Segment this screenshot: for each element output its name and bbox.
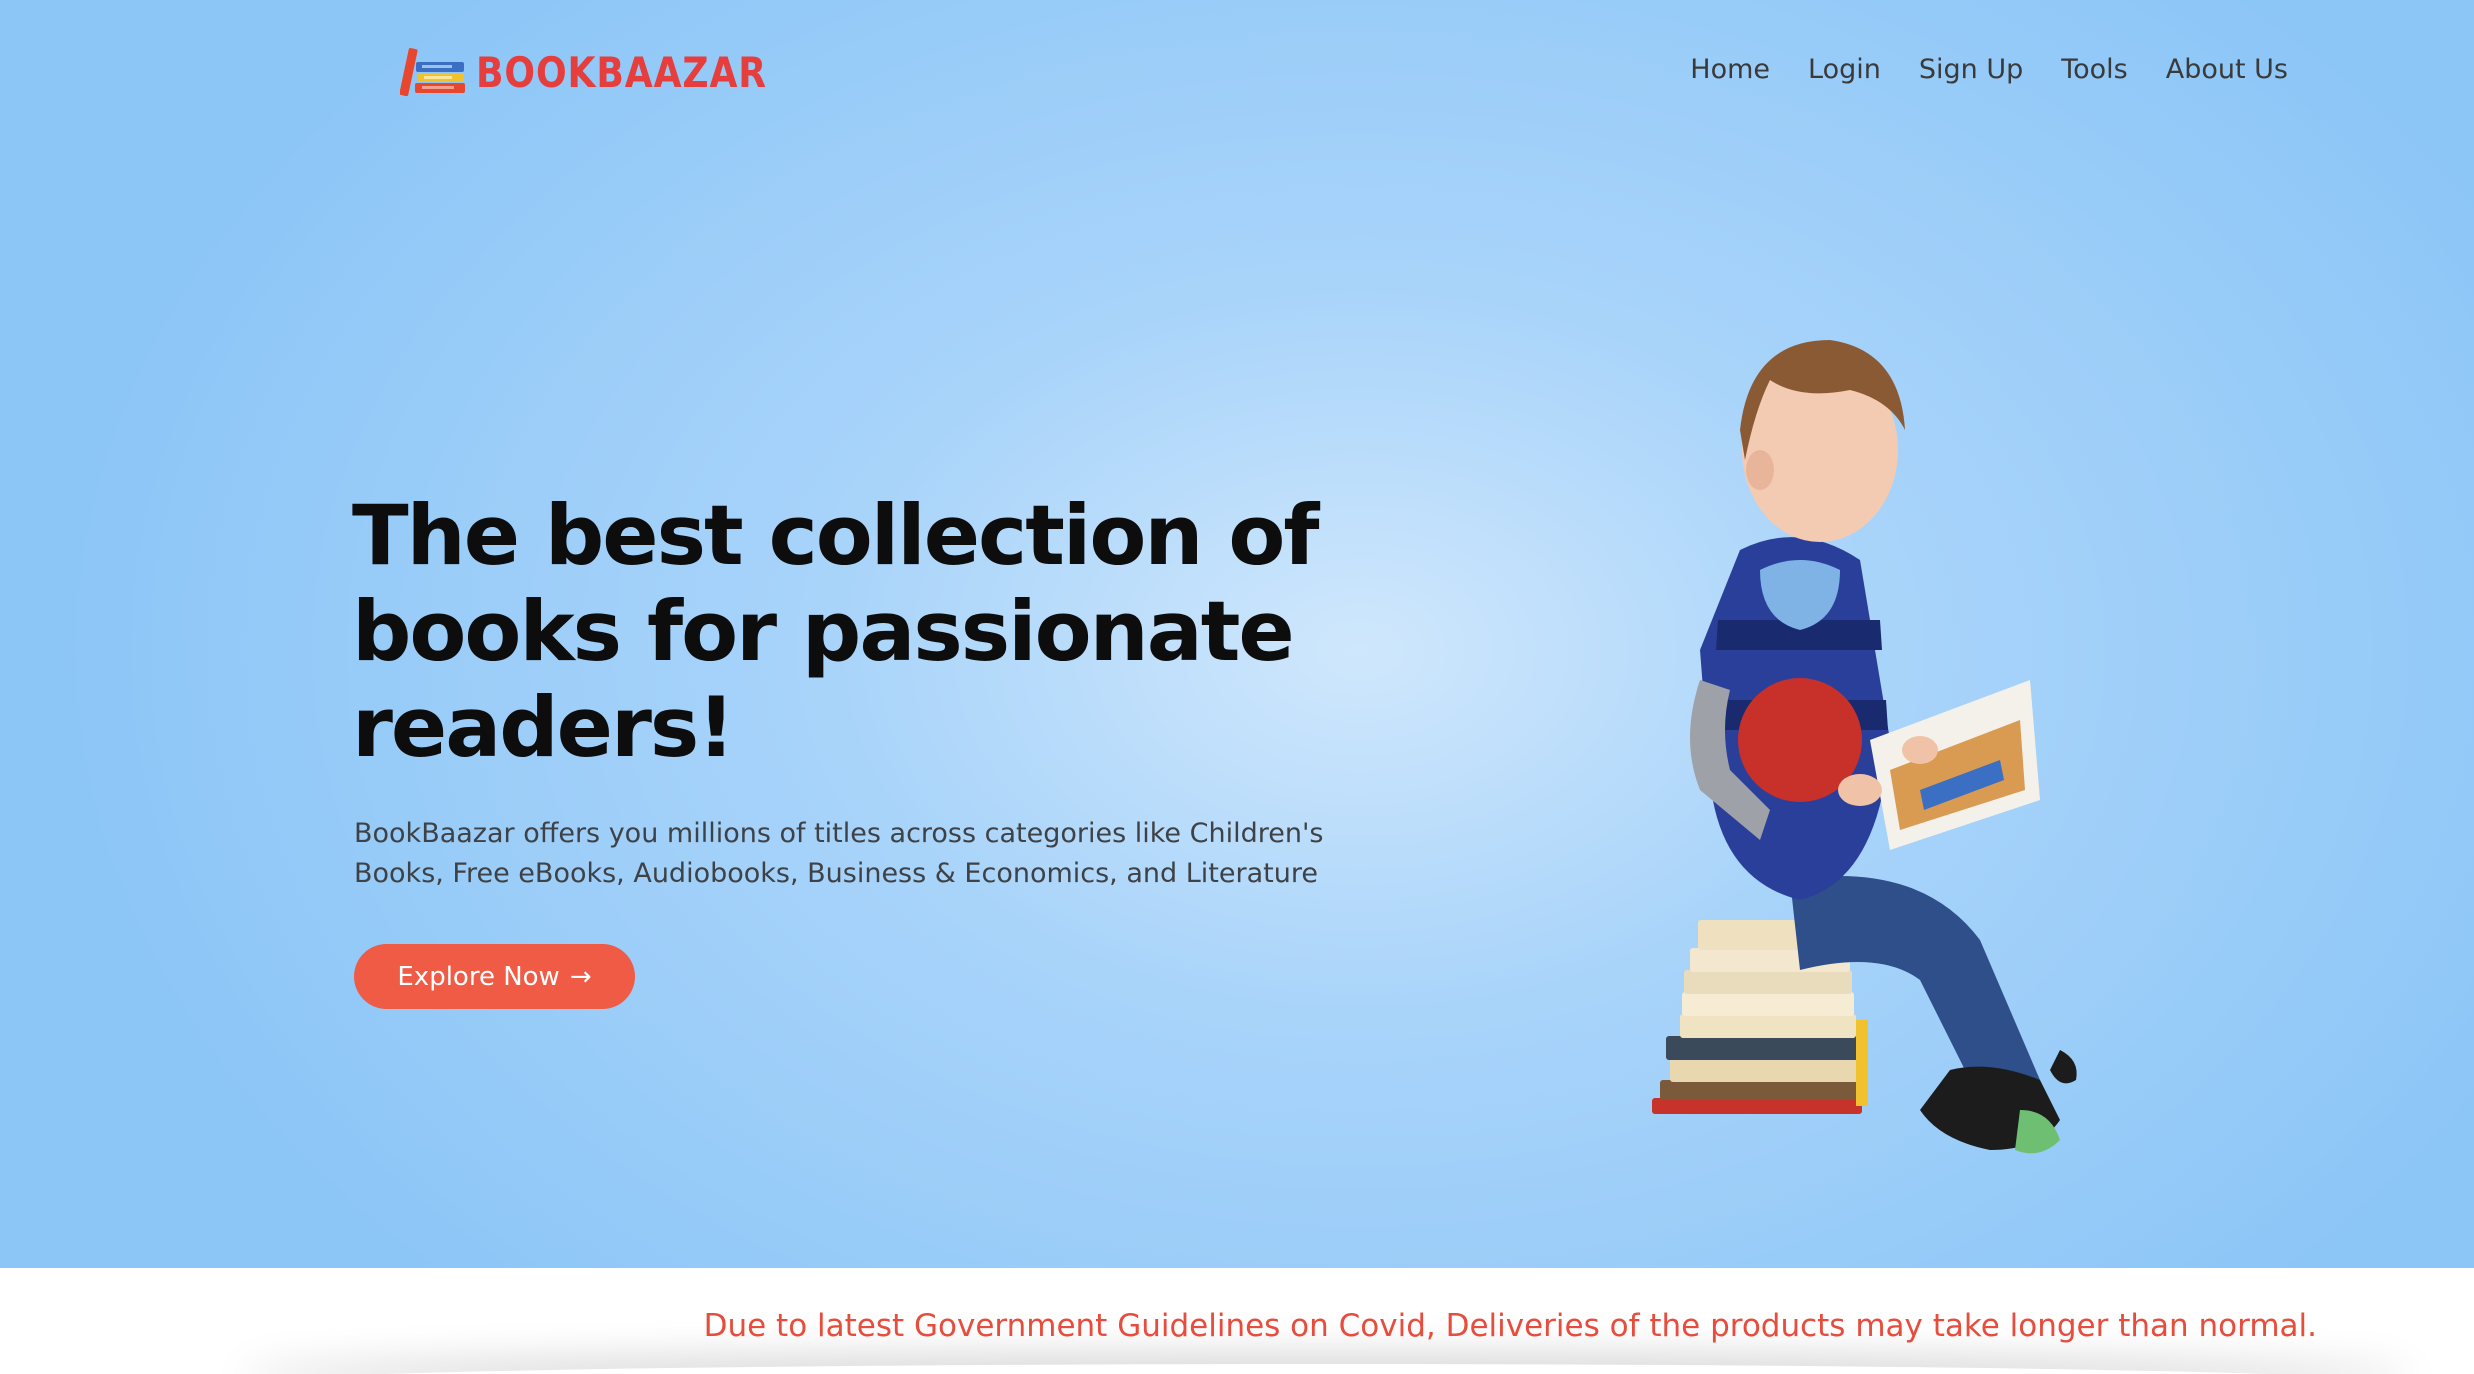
nav-sign-up[interactable]: Sign Up <box>1919 54 2023 85</box>
nav-about-us[interactable]: About Us <box>2166 54 2288 85</box>
nav-home[interactable]: Home <box>1690 54 1770 85</box>
explore-now-label: Explore Now <box>397 961 560 992</box>
covid-notice-bar: Due to latest Government Guidelines on C… <box>0 1268 2474 1374</box>
hero-section: BOOKBAAZAR Home Login Sign Up Tools Abou… <box>0 0 2474 1268</box>
arrow-right-icon: → <box>569 961 592 992</box>
child-torso <box>1690 537 1890 900</box>
books-logo-icon <box>400 48 465 97</box>
child-reading-on-books-image <box>1652 340 2077 1154</box>
covid-notice-text: Due to latest Government Guidelines on C… <box>703 1308 2317 1344</box>
brand-logo[interactable]: BOOKBAAZAR <box>400 42 814 102</box>
nav-login[interactable]: Login <box>1808 54 1881 85</box>
notice-shadow <box>240 1364 2414 1374</box>
open-book <box>1870 680 2040 850</box>
explore-now-button[interactable]: Explore Now → <box>354 944 635 1009</box>
child-head <box>1740 340 1905 542</box>
hero-headline: The best collection of books for passion… <box>352 487 1319 776</box>
hero-description: BookBaazar offers you millions of titles… <box>354 818 1324 889</box>
nav-tools[interactable]: Tools <box>2061 54 2128 85</box>
main-nav: Home Login Sign Up Tools About Us <box>1690 54 2288 85</box>
brand-name: BOOKBAAZAR <box>476 47 767 97</box>
